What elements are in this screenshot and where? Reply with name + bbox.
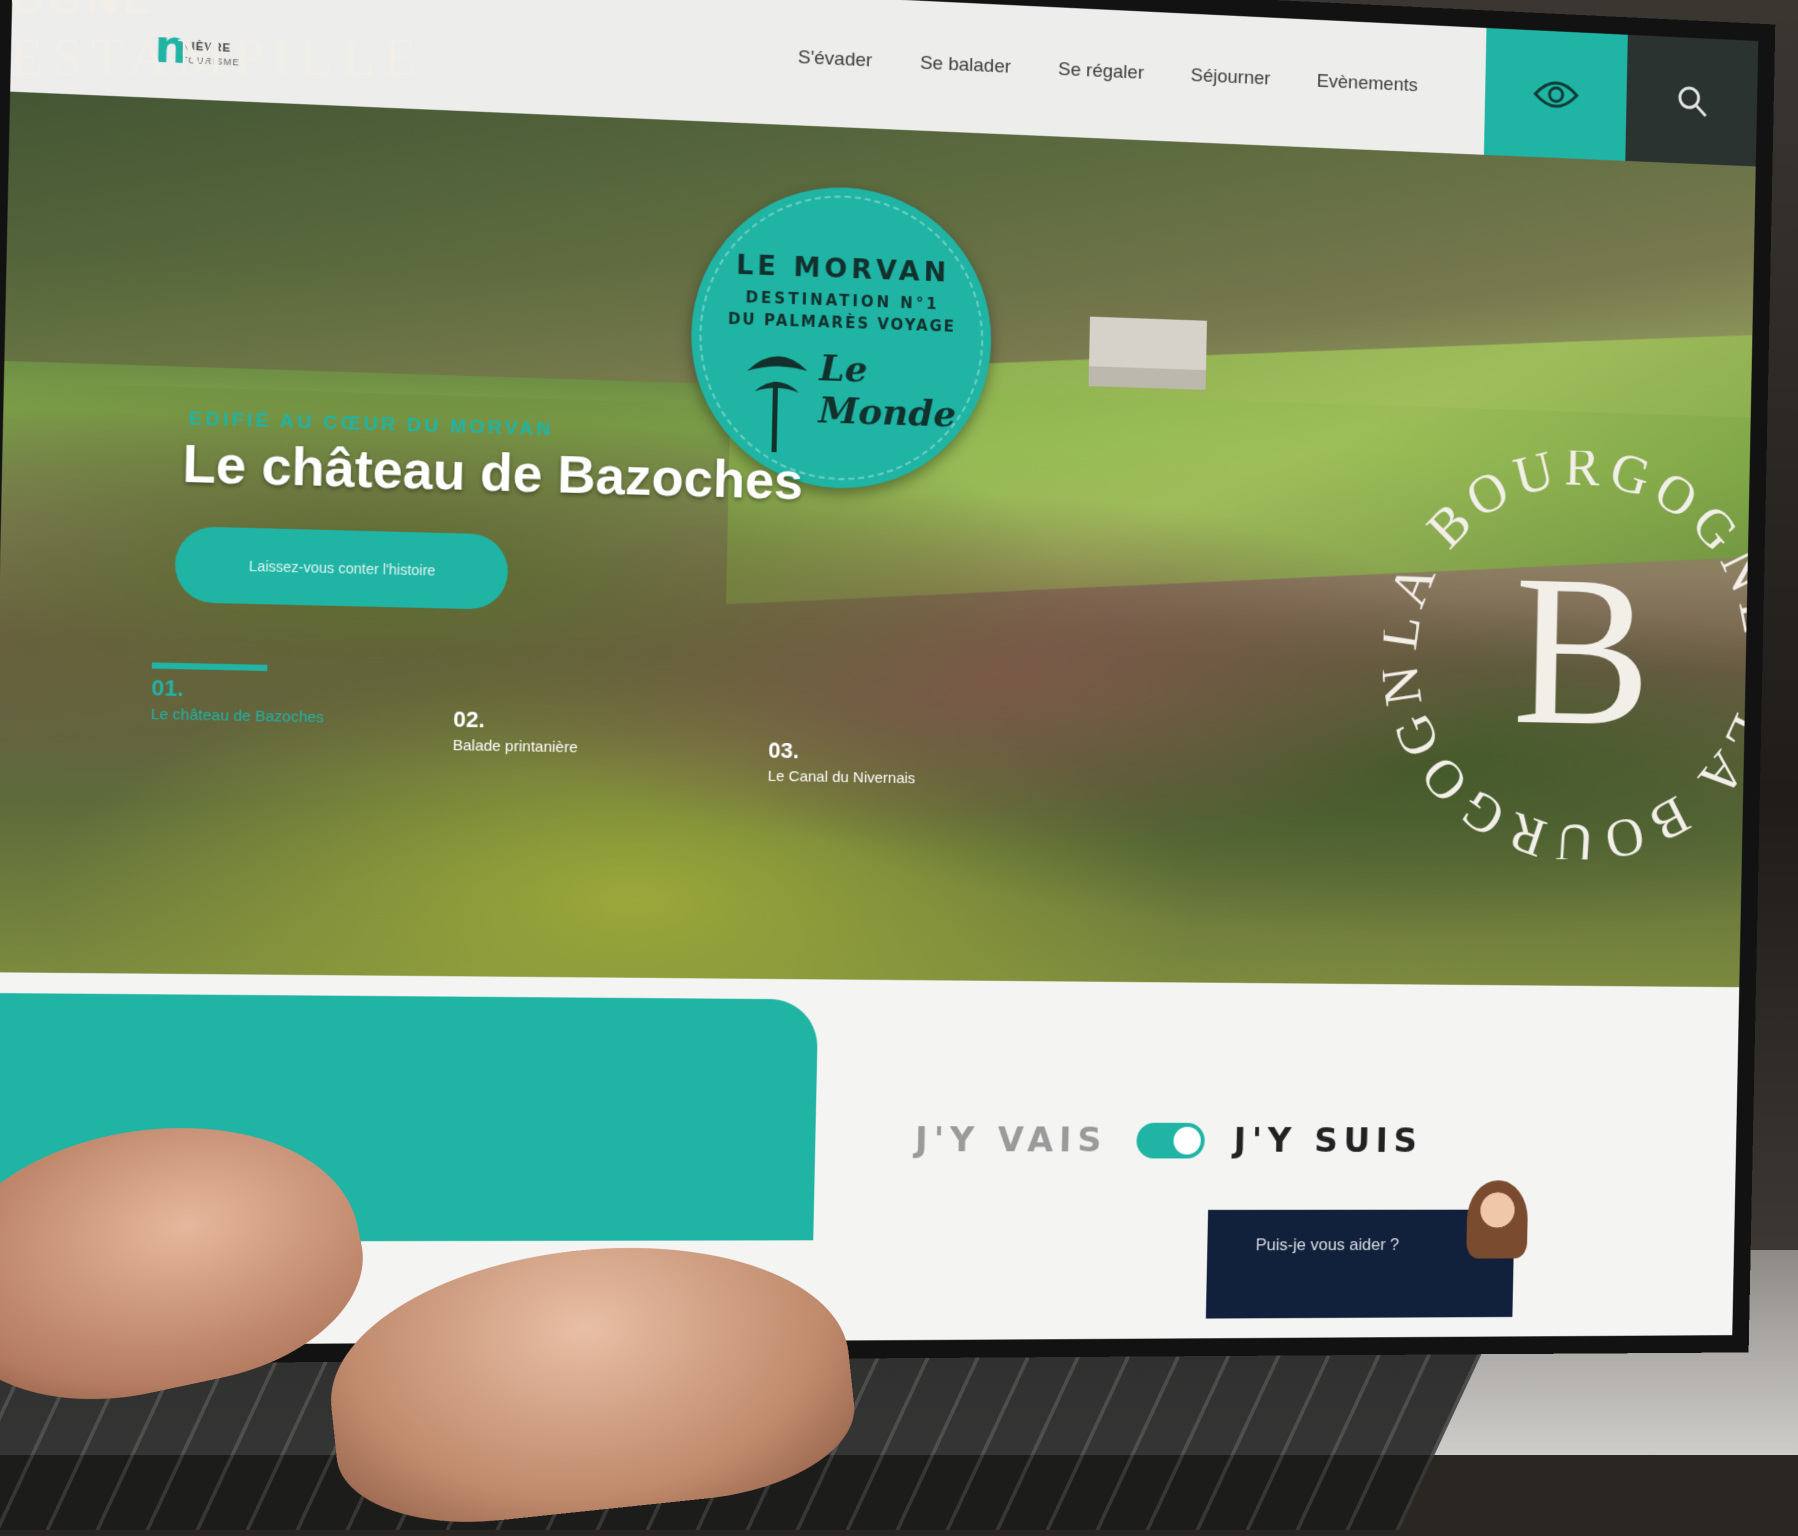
switch-label-left[interactable]: J'Y VAIS: [915, 1120, 1108, 1160]
switch-label-right[interactable]: J'Y SUIS: [1233, 1121, 1423, 1161]
visit-mode-switcher: J'Y VAIS J'Y SUIS: [915, 1120, 1423, 1161]
slide-number: 01.: [151, 674, 184, 702]
pine-tree-icon: [747, 355, 808, 453]
toggle-knob: [1173, 1126, 1202, 1155]
assistant-avatar[interactable]: [1466, 1180, 1529, 1259]
ring-letter: B: [1511, 532, 1654, 772]
search-icon: [1675, 83, 1709, 119]
nav-item-evader[interactable]: S'évader: [798, 47, 873, 72]
nav-item-evenements[interactable]: Evènements: [1316, 71, 1418, 97]
slide-tab-2[interactable]: 02. Balade printanière: [453, 706, 699, 758]
main-nav: S'évader Se balader Se régaler Séjourner…: [798, 47, 1418, 97]
bourgogne-ring-logo: LA BOURGOGNE · LA BOURGOGNE · B: [1379, 445, 1758, 862]
chat-prompt: Puis-je vous aider ?: [1255, 1235, 1400, 1255]
overlay-heading-top: OGNE: [10, 0, 156, 24]
slide-number: 03.: [768, 737, 800, 764]
nav-item-balader[interactable]: Se balader: [920, 53, 1011, 79]
visit-mode-toggle[interactable]: [1136, 1122, 1206, 1159]
hero-cta-button[interactable]: Laissez-vous conter l'histoire: [174, 525, 509, 610]
nav-item-regaler[interactable]: Se régaler: [1058, 59, 1144, 85]
slide-number: 02.: [453, 706, 486, 733]
accessibility-icon: [1531, 74, 1581, 115]
search-button[interactable]: [1625, 34, 1759, 167]
slide-tab-3[interactable]: 03. Le Canal du Nivernais: [768, 738, 1008, 789]
slide-tab-1[interactable]: 01. Le château de Bazoches: [151, 675, 403, 728]
hero-castle: [1088, 316, 1207, 390]
hero-banner: LE MORVAN DESTINATION N°1 DU PALMARÈS VO…: [0, 91, 1759, 1041]
badge-brand: Le Monde: [818, 347, 957, 436]
nav-item-sejourner[interactable]: Séjourner: [1190, 65, 1270, 90]
accessibility-button[interactable]: [1483, 27, 1628, 161]
overlay-heading: ESTAMPILLE: [10, 27, 426, 87]
